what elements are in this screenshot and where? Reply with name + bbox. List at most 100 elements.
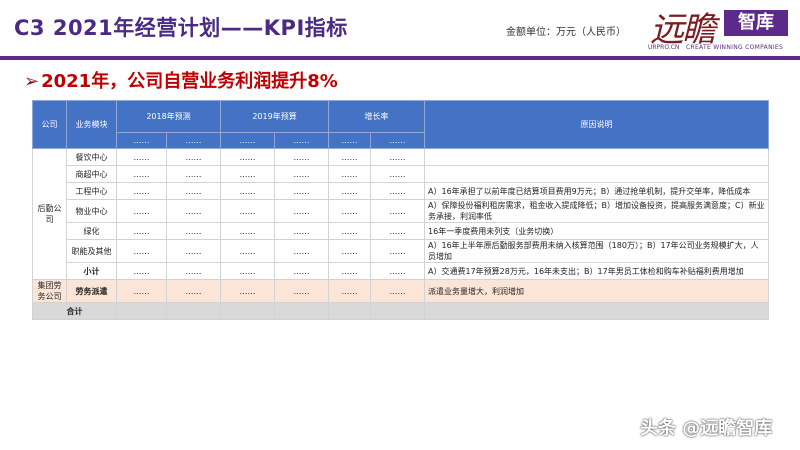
value-cell: …… xyxy=(116,199,167,223)
reason-cell xyxy=(424,165,770,183)
value-cell: …… xyxy=(165,199,222,223)
module-cell: 商超中心 xyxy=(66,165,117,183)
value-cell: …… xyxy=(328,262,372,280)
source-watermark: 头条 @远瞻智库 xyxy=(640,418,773,439)
kpi-table: 公司 业务模块 2018年预测 2019年预算 增长率 原因说明 …… …… …… xyxy=(32,100,770,320)
subheader-cell: …… xyxy=(370,132,426,149)
logo-url: URPRO.CN xyxy=(648,44,680,51)
reason-cell xyxy=(424,148,770,166)
value-cell: …… xyxy=(274,262,330,280)
value-cell: …… xyxy=(370,279,426,303)
subheader-cell: …… xyxy=(116,132,167,149)
reason-cell: 派遣业务量增大，利润增加 xyxy=(424,279,770,303)
reason-cell: 16年一季度费用未列支（业务切换） xyxy=(424,222,770,240)
table-row-dispatch: 集团劳务公司 劳务派遣 …… …… …… …… …… …… 派遣业务量增大，利润… xyxy=(32,279,770,303)
value-cell: …… xyxy=(328,239,372,263)
arrow-bullet-icon: ➢ xyxy=(24,71,40,92)
value-cell: …… xyxy=(220,182,276,200)
company-cell-logistics: 后勤公司 xyxy=(32,148,67,280)
value-cell: …… xyxy=(220,222,276,240)
value-cell: …… xyxy=(165,262,222,280)
value-cell: …… xyxy=(116,262,167,280)
module-cell: 劳务派遣 xyxy=(66,279,117,303)
value-cell: …… xyxy=(328,199,372,223)
value-cell: …… xyxy=(220,279,276,303)
value-cell: …… xyxy=(165,182,222,200)
value-cell: …… xyxy=(116,165,167,183)
module-cell: 餐饮中心 xyxy=(66,148,117,166)
col-header-module: 业务模块 xyxy=(66,100,117,149)
value-cell xyxy=(165,302,222,320)
subtitle-text: 2021年，公司自营业务利润提升8% xyxy=(41,71,338,92)
company-cell-dispatch: 集团劳务公司 xyxy=(32,279,67,303)
value-cell: …… xyxy=(165,279,222,303)
subheader-cell: …… xyxy=(328,132,372,149)
reason-cell xyxy=(424,302,770,320)
col-header-2019-budget: 2019年预算 xyxy=(220,100,330,133)
brand-logo: 远瞻 智库 URPRO.CN CREATE WINNING COMPANIES xyxy=(646,2,796,56)
value-cell: …… xyxy=(274,199,330,223)
value-cell: …… xyxy=(116,222,167,240)
value-cell: …… xyxy=(370,222,426,240)
table-row-total: 合计 xyxy=(32,302,770,320)
subheader-cell: …… xyxy=(220,132,276,149)
subheader-cell: …… xyxy=(274,132,330,149)
value-cell: …… xyxy=(274,148,330,166)
col-header-growth: 增长率 xyxy=(328,100,426,133)
table-row: 绿化 …… …… …… …… …… …… 16年一季度费用未列支（业务切换） xyxy=(33,222,770,240)
value-cell: …… xyxy=(274,222,330,240)
value-cell: …… xyxy=(274,182,330,200)
value-cell: …… xyxy=(370,239,426,263)
header-divider xyxy=(0,56,800,60)
value-cell: …… xyxy=(116,182,167,200)
value-cell xyxy=(116,302,167,320)
reason-cell: A）交通费17年预算28万元，16年未支出；B）17年男员工体检和购车补贴福利费… xyxy=(424,262,770,280)
subheader-cell: …… xyxy=(165,132,222,149)
reason-cell: A）16年承担了以前年度已结算项目费用9万元；B）通过抢单机制，提升交单率，降低… xyxy=(424,182,770,200)
reason-cell: A）16年上半年原后勤服务部费用未纳入核算范围（180万）；B）17年公司业务规… xyxy=(424,239,770,263)
value-cell: …… xyxy=(220,148,276,166)
value-cell: …… xyxy=(220,165,276,183)
value-cell: …… xyxy=(370,199,426,223)
total-label: 合计 xyxy=(32,302,117,320)
value-cell: …… xyxy=(370,148,426,166)
value-cell: …… xyxy=(370,165,426,183)
logo-slogan: CREATE WINNING COMPANIES xyxy=(686,44,784,51)
value-cell: …… xyxy=(328,148,372,166)
value-cell: …… xyxy=(370,182,426,200)
value-cell xyxy=(328,302,372,320)
value-cell: …… xyxy=(274,239,330,263)
value-cell: …… xyxy=(328,279,372,303)
currency-unit-note: 金额单位：万元（人民币） xyxy=(506,27,626,38)
value-cell: …… xyxy=(165,148,222,166)
section-subtitle: ➢ 2021年，公司自营业务利润提升8% xyxy=(24,67,338,93)
value-cell: …… xyxy=(370,262,426,280)
value-cell: …… xyxy=(165,239,222,263)
value-cell: …… xyxy=(116,239,167,263)
logo-badge: 智库 xyxy=(724,10,788,36)
value-cell: …… xyxy=(220,262,276,280)
module-cell: 物业中心 xyxy=(66,199,117,223)
value-cell xyxy=(370,302,426,320)
value-cell: …… xyxy=(220,239,276,263)
value-cell: …… xyxy=(328,222,372,240)
value-cell: …… xyxy=(274,279,330,303)
table-row: 工程中心 …… …… …… …… …… …… A）16年承担了以前年度已结算项目… xyxy=(33,182,770,200)
module-cell: 小计 xyxy=(66,262,117,280)
col-header-company: 公司 xyxy=(32,100,67,149)
value-cell xyxy=(220,302,276,320)
module-cell: 职能及其他 xyxy=(66,239,117,263)
col-header-reason: 原因说明 xyxy=(424,100,770,149)
table-row: 后勤公司 餐饮中心 …… …… …… …… …… …… xyxy=(32,148,770,280)
table-row-subtotal: 小计 …… …… …… …… …… …… A）交通费17年预算28万元，16年未… xyxy=(33,262,770,280)
module-cell: 工程中心 xyxy=(66,182,117,200)
table-row: 职能及其他 …… …… …… …… …… …… A）16年上半年原后勤服务部费用… xyxy=(33,239,770,263)
slide-header: C3 2021年经营计划——KPI指标 金额单位：万元（人民币） 远瞻 智库 U… xyxy=(0,0,800,58)
value-cell: …… xyxy=(328,165,372,183)
value-cell: …… xyxy=(328,182,372,200)
value-cell: …… xyxy=(274,165,330,183)
col-header-2018-forecast: 2018年预测 xyxy=(115,100,222,133)
value-cell: …… xyxy=(220,199,276,223)
value-cell: …… xyxy=(116,148,167,166)
value-cell: …… xyxy=(165,222,222,240)
